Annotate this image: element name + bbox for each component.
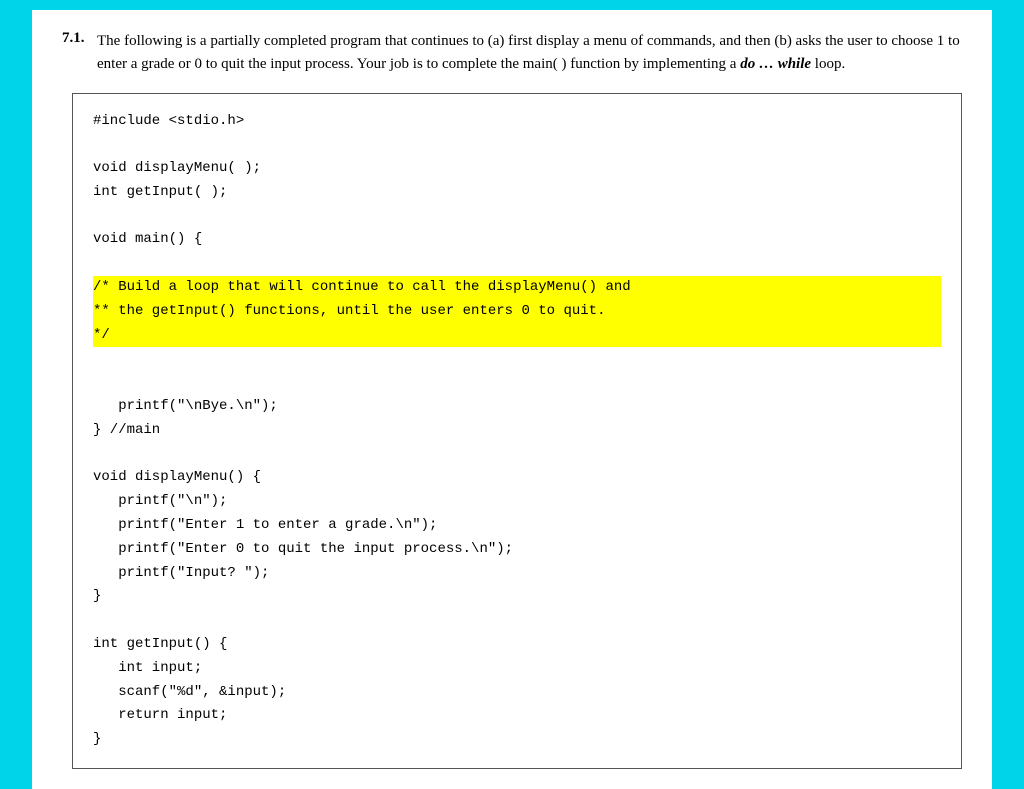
code-line-printf-enter1: printf("Enter 1 to enter a grade.\n"); — [93, 514, 941, 538]
code-line-scanf: scanf("%d", &input); — [93, 681, 941, 705]
code-line-int-input: int input; — [93, 657, 941, 681]
code-line-printf-n: printf("\n"); — [93, 490, 941, 514]
code-line-include: #include <stdio.h> — [93, 110, 941, 134]
page-container: 7.1. The following is a partially comple… — [32, 10, 992, 789]
code-line-display-menu-open: void displayMenu() { — [93, 466, 941, 490]
code-empty-4 — [93, 347, 941, 371]
code-line-return: return input; — [93, 704, 941, 728]
code-line-display-menu-decl: void displayMenu( ); — [93, 157, 941, 181]
code-line-printf-enter0: printf("Enter 0 to quit the input proces… — [93, 538, 941, 562]
code-line-main-open: void main() { — [93, 228, 941, 252]
question-header: 7.1. The following is a partially comple… — [62, 30, 962, 77]
code-line-display-menu-close: } — [93, 585, 941, 609]
code-line-get-input-close: } — [93, 728, 941, 752]
code-line-comment-3: */ — [93, 324, 941, 348]
code-line-printf-bye: printf("\nBye.\n"); — [93, 395, 941, 419]
code-empty-5 — [93, 371, 941, 395]
code-line-get-input-open: int getInput() { — [93, 633, 941, 657]
question-text-part2: loop. — [811, 56, 845, 72]
code-empty-7 — [93, 609, 941, 633]
code-empty-3 — [93, 252, 941, 276]
question-text: The following is a partially completed p… — [97, 30, 962, 77]
code-empty-6 — [93, 443, 941, 467]
do-while-keyword: do … while — [740, 56, 811, 72]
code-line-printf-input: printf("Input? "); — [93, 562, 941, 586]
code-line-main-close: } //main — [93, 419, 941, 443]
code-empty-2 — [93, 205, 941, 229]
code-line-get-input-decl: int getInput( ); — [93, 181, 941, 205]
code-line-comment-2: ** the getInput() functions, until the u… — [93, 300, 941, 324]
question-number: 7.1. — [62, 30, 97, 47]
code-line-comment-1: /* Build a loop that will continue to ca… — [93, 276, 941, 300]
code-box: #include <stdio.h> void displayMenu( ); … — [72, 93, 962, 770]
code-empty-1 — [93, 133, 941, 157]
